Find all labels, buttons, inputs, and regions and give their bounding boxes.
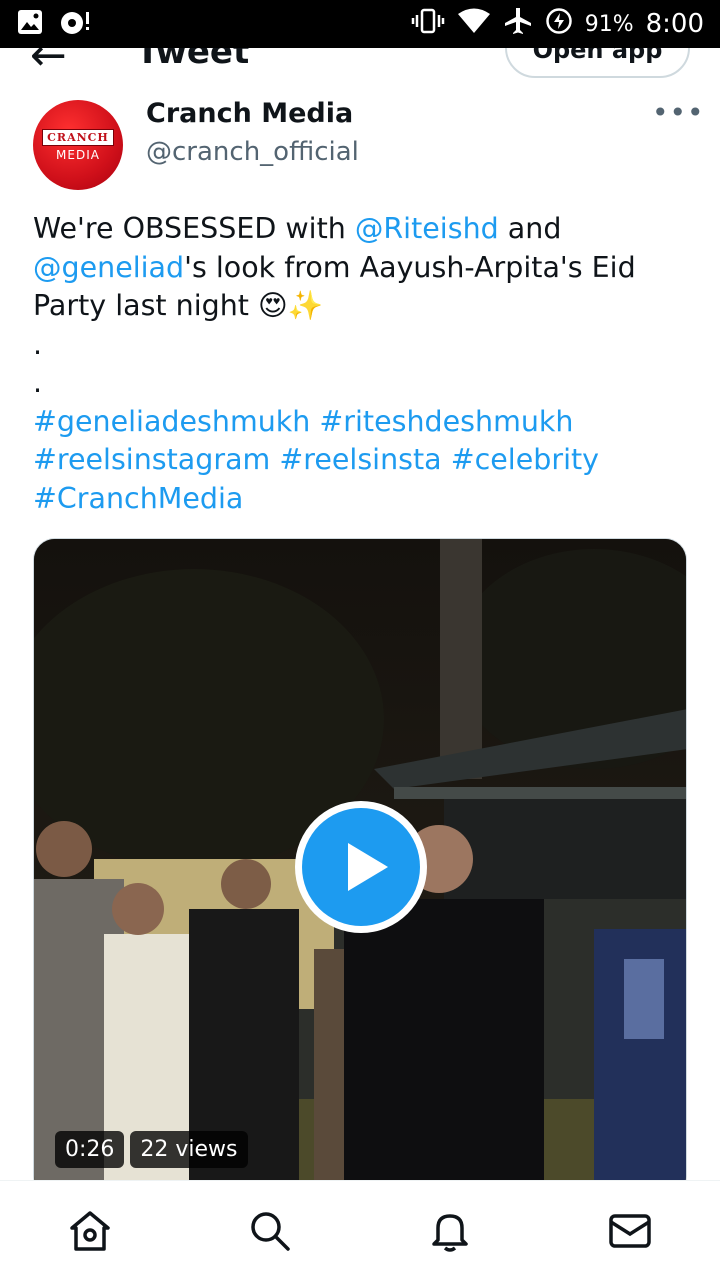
battery-charging-icon xyxy=(545,7,573,41)
hashtag-line-2: #reelsinstagram #reelsinsta #celebrity xyxy=(33,441,693,480)
messages-envelope-icon xyxy=(609,1213,651,1248)
tweet-text: We're OBSESSED with @Riteishd and @genel… xyxy=(33,210,693,518)
open-app-button[interactable]: Open app xyxy=(505,48,690,78)
video-meta: 0:26 22 views xyxy=(55,1131,248,1168)
author-name[interactable]: Cranch Media xyxy=(146,98,353,129)
logo-text-bottom: MEDIA xyxy=(56,147,100,162)
home-icon xyxy=(70,1210,110,1251)
mention-link[interactable]: @geneliad xyxy=(33,251,184,284)
play-icon xyxy=(302,808,420,926)
video-views: 22 views xyxy=(130,1131,248,1168)
hashtag-link[interactable]: #riteshdeshmukh xyxy=(319,405,573,438)
video-player[interactable]: 0:26 22 views xyxy=(33,538,687,1198)
back-arrow-icon[interactable]: ← xyxy=(30,48,67,78)
mention-link[interactable]: @Riteishd xyxy=(355,212,499,245)
hashtag-link[interactable]: #geneliadeshmukh xyxy=(33,405,310,438)
video-duration: 0:26 xyxy=(55,1131,125,1168)
hashtag-line-3: #CranchMedia xyxy=(33,480,693,519)
battery-percent: 91% xyxy=(584,11,634,37)
nav-notifications[interactable] xyxy=(420,1201,480,1261)
nav-search[interactable] xyxy=(240,1201,300,1261)
hashtag-link[interactable]: #reelsinsta xyxy=(279,443,441,476)
hashtag-link[interactable]: #reelsinstagram xyxy=(33,443,270,476)
tweet-line-2: @geneliad's look from Aayush-Arpita's Ei… xyxy=(33,249,693,288)
author-handle[interactable]: @cranch_official xyxy=(146,137,359,167)
media-notification-icon xyxy=(58,8,92,40)
vibrate-icon xyxy=(411,7,445,41)
hashtag-link[interactable]: #celebrity xyxy=(451,443,599,476)
play-button[interactable] xyxy=(295,801,427,933)
nav-home[interactable] xyxy=(60,1201,120,1261)
status-bar: 91% 8:00 xyxy=(0,0,720,48)
emoji: 😍✨ xyxy=(258,289,324,322)
open-app-label: Open app xyxy=(532,48,663,64)
airplane-mode-icon xyxy=(503,6,533,42)
logo-text-top: CRANCH xyxy=(42,128,114,146)
avatar[interactable]: CRANCH MEDIA xyxy=(33,100,123,190)
tweet-line-1: We're OBSESSED with @Riteishd and xyxy=(33,210,693,249)
page-title: Tweet xyxy=(136,48,250,72)
bottom-nav xyxy=(0,1180,720,1280)
dot-line: . xyxy=(33,327,43,361)
top-header: ← Tweet Open app xyxy=(0,48,720,92)
tweet-line-3: Party last night 😍✨ xyxy=(33,287,693,326)
tweet-text-segment: and xyxy=(498,212,562,245)
clock: 8:00 xyxy=(645,9,704,39)
dot-line: . xyxy=(33,366,43,399)
hashtag-line-1: #geneliadeshmukh #riteshdeshmukh xyxy=(33,403,693,442)
cranch-logo: CRANCH MEDIA xyxy=(42,128,114,162)
hashtag-link[interactable]: #CranchMedia xyxy=(33,482,243,515)
nav-messages[interactable] xyxy=(600,1201,660,1261)
notifications-bell-icon xyxy=(432,1213,468,1252)
tweet-text-segment: Party last night xyxy=(33,289,259,322)
more-options-icon[interactable]: ••• xyxy=(652,96,705,129)
gallery-icon xyxy=(16,8,44,40)
wifi-icon xyxy=(457,7,491,41)
search-icon xyxy=(251,1211,290,1251)
tweet-text-segment: 's look from Aayush-Arpita's Eid xyxy=(184,250,636,284)
tweet-text-segment: We're OBSESSED with xyxy=(33,212,355,245)
